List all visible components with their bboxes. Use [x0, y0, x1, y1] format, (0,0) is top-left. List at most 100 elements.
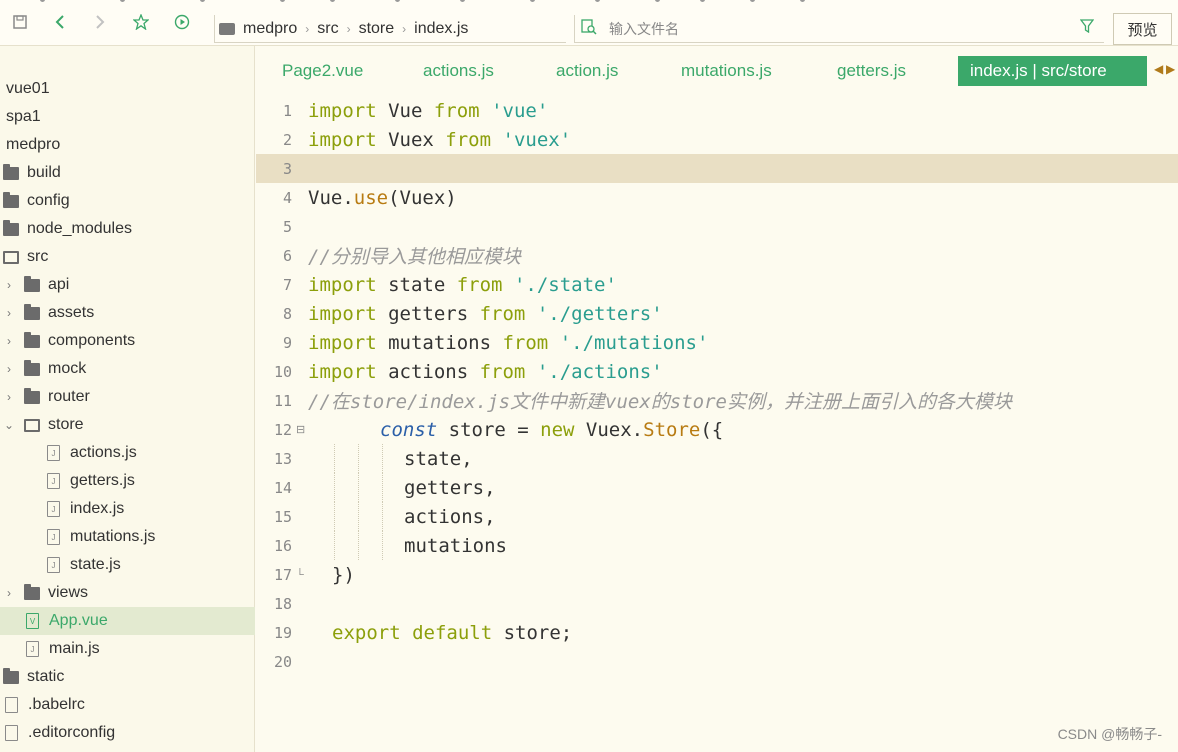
tree-item-label: src: [27, 248, 49, 265]
chevron-right-icon[interactable]: ›: [4, 586, 14, 600]
preview-button[interactable]: 预览: [1113, 13, 1172, 45]
tree-item-vue01[interactable]: vue01: [0, 75, 255, 103]
line-number: 9: [282, 333, 292, 352]
tree-item-index-js[interactable]: Jindex.js: [0, 495, 255, 523]
folder-icon: [24, 583, 40, 600]
tree-item-store[interactable]: ⌄ store: [0, 411, 255, 439]
code-line: 2 import Vuex from 'vuex': [256, 125, 1178, 154]
line-number: 1: [282, 101, 292, 120]
tree-item-editorconfig[interactable]: .editorconfig: [0, 719, 255, 747]
tree-item-label: main.js: [49, 640, 100, 657]
line-number: 17: [273, 565, 292, 584]
tree-item-label: vue01: [6, 80, 50, 97]
js-file-icon: J: [47, 557, 60, 573]
tree-item-main-js[interactable]: Jmain.js: [0, 635, 255, 663]
tree-item-components[interactable]: › components: [0, 327, 255, 355]
star-icon[interactable]: [131, 12, 151, 32]
tab-page2-vue[interactable]: Page2.vue: [272, 56, 373, 86]
code-editor[interactable]: 1 import Vue from 'vue' 2 import Vuex fr…: [256, 96, 1178, 752]
tree-item-actions-js[interactable]: Jactions.js: [0, 439, 255, 467]
line-number: 16: [273, 536, 292, 555]
tree-item-babelrc[interactable]: .babelrc: [0, 691, 255, 719]
line-number: 5: [282, 217, 292, 236]
tree-item-mock[interactable]: › mock: [0, 355, 255, 383]
chevron-right-icon: ›: [305, 21, 310, 36]
forward-icon[interactable]: [90, 12, 110, 32]
code-line: 4 Vue.use(Vuex): [256, 183, 1178, 212]
line-number: 7: [282, 275, 292, 294]
tab-scroll-left-icon[interactable]: ◀: [1154, 62, 1163, 76]
code-line: 7 import state from './state': [256, 270, 1178, 299]
code-line: 19 export default store;: [256, 618, 1178, 647]
tree-item-spa1[interactable]: spa1: [0, 103, 255, 131]
filter-icon[interactable]: [1079, 19, 1095, 38]
editor-tabs: Page2.vue actions.js action.js mutations…: [256, 56, 1178, 86]
tree-item-label: build: [27, 164, 61, 181]
breadcrumb-item[interactable]: medpro: [243, 20, 297, 38]
tree-item-label: components: [48, 332, 136, 349]
fold-toggle-icon[interactable]: ⊟: [296, 423, 305, 436]
tree-item-medpro[interactable]: medpro: [0, 131, 255, 159]
code-text: import Vuex from 'vuex': [308, 128, 572, 151]
top-edge: [0, 0, 1178, 3]
tree-item-build[interactable]: build: [0, 159, 255, 187]
tab-actions-js[interactable]: actions.js: [413, 56, 504, 86]
tree-item-views[interactable]: › views: [0, 579, 255, 607]
file-search-placeholder: 输入文件名: [609, 20, 679, 37]
file-search-input[interactable]: 输入文件名: [574, 15, 1104, 43]
save-icon[interactable]: [10, 12, 30, 32]
code-text: mutations: [404, 534, 507, 557]
tree-item-assets[interactable]: › assets: [0, 299, 255, 327]
tree-item-config[interactable]: config: [0, 187, 255, 215]
breadcrumb-item[interactable]: store: [359, 20, 395, 38]
tab-index-js[interactable]: index.js | src/store: [958, 56, 1147, 86]
tree-item-label: index.js: [70, 500, 125, 517]
code-text: import mutations from './mutations': [308, 331, 709, 354]
tree-item-app-vue[interactable]: V App.vue: [0, 607, 255, 635]
breadcrumb-item[interactable]: index.js: [414, 20, 468, 38]
line-number: 4: [282, 188, 292, 207]
code-line: 5: [256, 212, 1178, 241]
breadcrumb-item[interactable]: src: [317, 20, 338, 38]
tree-item-label: mock: [48, 360, 87, 377]
tree-item-label: spa1: [6, 108, 41, 125]
tab-action-js[interactable]: action.js: [546, 56, 628, 86]
file-icon: [5, 697, 18, 713]
file-icon: [5, 725, 18, 741]
back-icon[interactable]: [50, 12, 70, 32]
tab-mutations-js[interactable]: mutations.js: [671, 56, 782, 86]
chevron-right-icon[interactable]: ›: [4, 334, 14, 348]
tree-item-node-modules[interactable]: node_modules: [0, 215, 255, 243]
tree-item-getters-js[interactable]: Jgetters.js: [0, 467, 255, 495]
tree-item-src[interactable]: src: [0, 243, 255, 271]
line-number: 3: [282, 159, 292, 178]
line-number: 10: [273, 362, 292, 381]
tree-item-label: api: [48, 276, 70, 293]
line-number: 8: [282, 304, 292, 323]
tree-item-mutations-js[interactable]: Jmutations.js: [0, 523, 255, 551]
chevron-right-icon[interactable]: ›: [4, 390, 14, 404]
code-line: 6 //分别导入其他相应模块: [256, 241, 1178, 270]
code-text: const store = new Vuex.Store({: [380, 418, 724, 441]
js-file-icon: J: [47, 445, 60, 461]
tree-item-label: .editorconfig: [28, 724, 116, 741]
chevron-down-icon[interactable]: ⌄: [4, 418, 14, 432]
tree-item-label: actions.js: [70, 444, 137, 461]
chevron-right-icon[interactable]: ›: [4, 278, 14, 292]
tree-item-api[interactable]: › api: [0, 271, 255, 299]
tree-item-router[interactable]: › router: [0, 383, 255, 411]
chevron-right-icon[interactable]: ›: [4, 362, 14, 376]
line-number: 14: [273, 478, 292, 497]
chevron-right-icon[interactable]: ›: [4, 306, 14, 320]
tree-item-label: getters.js: [70, 472, 135, 489]
file-tree: vue01 spa1 medpro build config node_modu…: [0, 46, 255, 752]
folder-icon: [24, 303, 40, 320]
tab-getters-js[interactable]: getters.js: [827, 56, 916, 86]
tree-item-state-js[interactable]: Jstate.js: [0, 551, 255, 579]
folder-icon: [3, 219, 19, 236]
tab-scroll-right-icon[interactable]: ▶: [1166, 62, 1175, 76]
tree-item-static[interactable]: static: [0, 663, 255, 691]
chevron-right-icon: ›: [402, 21, 407, 36]
run-icon[interactable]: [172, 12, 192, 32]
chevron-right-icon: ›: [346, 21, 351, 36]
